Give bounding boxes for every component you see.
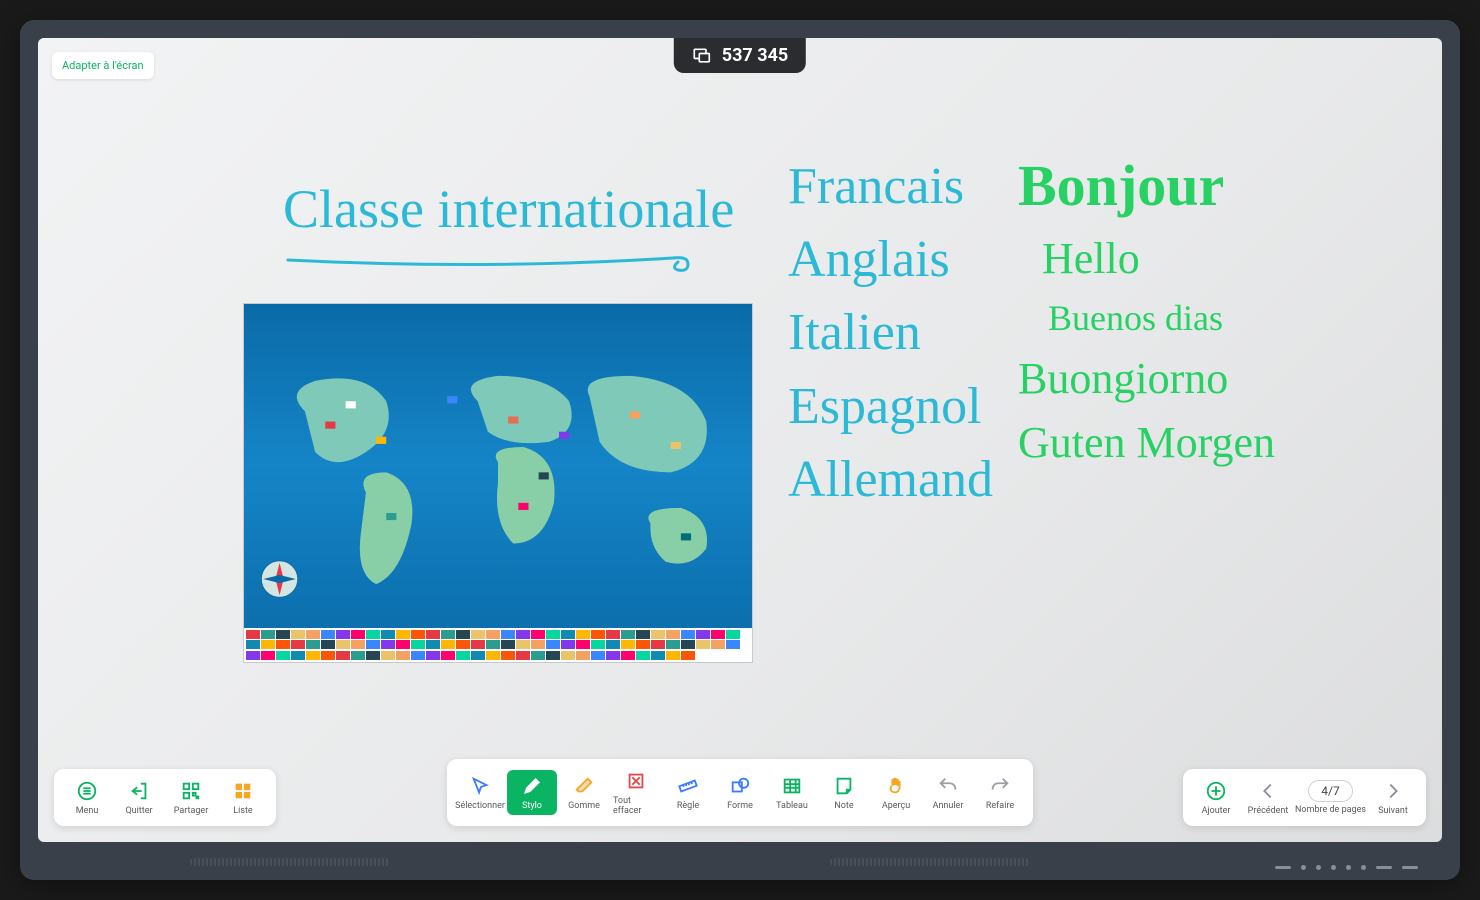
handwritten-language: Allemand (788, 451, 993, 508)
eraser-tool[interactable]: Gomme (559, 770, 609, 815)
tool-label: Stylo (522, 801, 542, 811)
ruler-tool[interactable]: Règle (663, 770, 713, 815)
handwritten-greeting: Buenos dias (1048, 298, 1275, 339)
shape-tool[interactable]: Forme (715, 770, 765, 815)
chevron-left-icon (1257, 780, 1279, 802)
cursor-icon (469, 775, 491, 797)
exit-icon (128, 780, 150, 802)
ruler-icon (677, 775, 699, 797)
list-button[interactable]: Liste (218, 775, 268, 820)
tool-label: Tableau (776, 801, 808, 811)
session-code-bar[interactable]: 537 345 (674, 38, 806, 73)
toolbar-right: Ajouter Précédent 4/7 Nombre de pages Su… (1183, 769, 1426, 826)
pen-icon (521, 775, 543, 797)
tool-label: Ajouter (1202, 806, 1231, 816)
quit-button[interactable]: Quitter (114, 775, 164, 820)
flag-strip (244, 628, 752, 662)
tool-label: Suivant (1378, 806, 1408, 816)
handwritten-greeting: Bonjour (1018, 153, 1275, 220)
undo-icon (937, 775, 959, 797)
handwritten-title: Classe internationale (283, 178, 734, 240)
handwritten-language: Anglais (788, 231, 993, 288)
table-tool[interactable]: Tableau (767, 770, 817, 815)
tool-label: Sélectionner (455, 801, 505, 811)
fit-to-screen-button[interactable]: Adapter à l'écran (52, 52, 154, 79)
page-count-badge: 4/7 (1308, 780, 1352, 802)
page-count-label: Nombre de pages (1295, 805, 1366, 815)
note-tool[interactable]: Note (819, 770, 869, 815)
handwritten-language: Italien (788, 304, 993, 361)
handwritten-language: Espagnol (788, 378, 993, 435)
screen-share-icon (692, 46, 712, 66)
tool-label: Gomme (568, 801, 600, 811)
note-icon (833, 775, 855, 797)
speaker-grille (830, 858, 1030, 866)
redo-button[interactable]: Refaire (975, 770, 1025, 815)
qr-icon (180, 780, 202, 802)
select-tool[interactable]: Sélectionner (455, 770, 505, 815)
handwritten-greeting: Guten Morgen (1018, 418, 1275, 469)
handwritten-greeting: Hello (1042, 234, 1275, 285)
redo-icon (989, 775, 1011, 797)
clear-all-tool[interactable]: Tout effacer (611, 765, 661, 820)
prev-page-button[interactable]: Précédent (1243, 775, 1293, 820)
handwritten-language: Francais (788, 158, 993, 215)
world-map-image (243, 303, 753, 663)
tool-label: Liste (233, 806, 252, 816)
tool-label: Refaire (986, 801, 1014, 811)
bezel-indicators (1275, 865, 1418, 870)
world-map-svg (244, 325, 752, 640)
menu-icon (76, 780, 98, 802)
menu-button[interactable]: Menu (62, 775, 112, 820)
tool-label: Annuler (933, 801, 964, 811)
pen-tool[interactable]: Stylo (507, 770, 557, 815)
tool-label: Aperçu (882, 801, 910, 811)
tool-label: Quitter (125, 806, 152, 816)
undo-button[interactable]: Annuler (923, 770, 973, 815)
eraser-icon (573, 775, 595, 797)
tool-label: Note (834, 801, 853, 811)
preview-tool[interactable]: Aperçu (871, 770, 921, 815)
session-code-value: 537 345 (722, 45, 788, 66)
languages-column: Francais Anglais Italien Espagnol Allema… (788, 158, 993, 508)
toolbar-center: Sélectionner Stylo Gomme Tout effacer Rè… (447, 759, 1033, 826)
tool-label: Précédent (1248, 806, 1289, 816)
grid-icon (232, 780, 254, 802)
clear-icon (625, 770, 647, 792)
screen: Adapter à l'écran 537 345 Classe interna… (38, 38, 1442, 842)
tool-label: Tout effacer (613, 796, 659, 816)
share-button[interactable]: Partager (166, 775, 216, 820)
plus-circle-icon (1205, 780, 1227, 802)
whiteboard-canvas[interactable]: Classe internationale (68, 98, 1412, 742)
title-flourish (283, 248, 703, 278)
chevron-right-icon (1382, 780, 1404, 802)
tool-label: Forme (727, 801, 753, 811)
tool-label: Menu (76, 806, 99, 816)
monitor-frame: Adapter à l'écran 537 345 Classe interna… (20, 20, 1460, 880)
next-page-button[interactable]: Suivant (1368, 775, 1418, 820)
speaker-grille (190, 858, 390, 866)
handwritten-greeting: Buongiorno (1018, 354, 1275, 405)
tool-label: Partager (174, 806, 209, 816)
table-icon (781, 775, 803, 797)
add-page-button[interactable]: Ajouter (1191, 775, 1241, 820)
page-indicator[interactable]: 4/7 Nombre de pages (1295, 780, 1366, 815)
greetings-column: Bonjour Hello Buenos dias Buongiorno Gut… (1018, 153, 1275, 469)
hand-icon (885, 775, 907, 797)
tool-label: Règle (677, 801, 699, 811)
shape-icon (729, 775, 751, 797)
toolbar-left: Menu Quitter Partager Liste (54, 769, 276, 826)
